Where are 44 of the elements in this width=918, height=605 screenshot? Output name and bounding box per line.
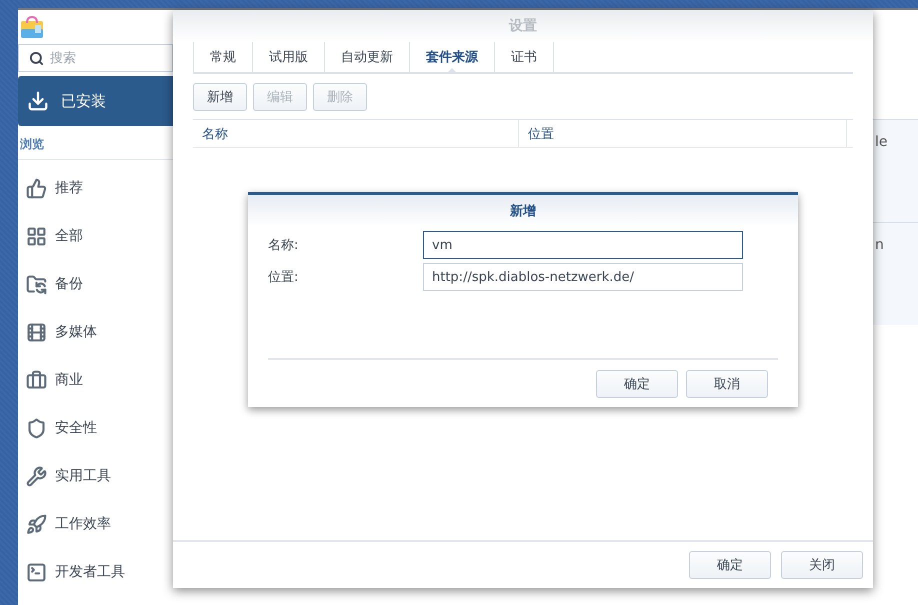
tab[interactable]: 自动更新 [324, 42, 409, 72]
category-item[interactable]: 全部 [55, 227, 83, 245]
ok-button[interactable]: 确定 [596, 370, 678, 398]
tab[interactable]: 试用版 [252, 42, 324, 72]
tab[interactable]: 常规 [193, 42, 252, 72]
search-icon [29, 50, 44, 66]
cancel-button[interactable]: 取消 [686, 370, 768, 398]
download-icon [27, 90, 49, 112]
close-button[interactable]: 关闭 [781, 551, 863, 579]
package-name-fragment: le [875, 134, 888, 150]
sidebar-nav-item[interactable]: 已安装 [18, 76, 173, 126]
dialog-title: 新增 [248, 195, 798, 227]
shield-icon [26, 418, 47, 438]
search-placeholder: 搜索 [50, 50, 76, 67]
terminal-icon [26, 562, 47, 582]
folder-sync-icon [26, 274, 47, 294]
film-reel-icon [26, 322, 47, 342]
category-item[interactable]: 实用工具 [55, 467, 111, 485]
nav-label: 已安装 [61, 92, 106, 110]
category-item[interactable]: 备份 [55, 275, 83, 293]
thumbs-up-icon [26, 178, 47, 198]
rocket-icon [26, 514, 47, 534]
category-item[interactable]: 多媒体 [55, 323, 97, 341]
shopping-bag-logo-icon [20, 15, 44, 39]
field-label: 位置: [268, 269, 300, 286]
window-title: 设置 [173, 10, 873, 42]
input-field[interactable]: vm [423, 231, 743, 259]
package-name-fragment: n [875, 237, 884, 253]
column-header[interactable]: 位置 [519, 120, 847, 147]
input-field[interactable]: http://spk.diablos-netzwerk.de/ [423, 263, 743, 291]
category-item[interactable]: 商业 [55, 371, 83, 389]
grid-icon [26, 226, 47, 246]
column-header[interactable]: 名称 [193, 120, 519, 147]
briefcase-icon [26, 370, 47, 390]
field-label: 名称: [268, 237, 300, 254]
toolbar-button[interactable]: 新增 [193, 83, 247, 111]
category-item[interactable]: 开发者工具 [55, 563, 125, 581]
tab[interactable]: 套件来源 [409, 42, 494, 72]
wrench-icon [26, 466, 47, 486]
category-item[interactable]: 安全性 [55, 419, 97, 437]
ok-button[interactable]: 确定 [689, 551, 771, 579]
category-item[interactable]: 推荐 [55, 179, 83, 197]
category-item[interactable]: 工作效率 [55, 515, 111, 533]
tab[interactable]: 证书 [494, 42, 554, 72]
